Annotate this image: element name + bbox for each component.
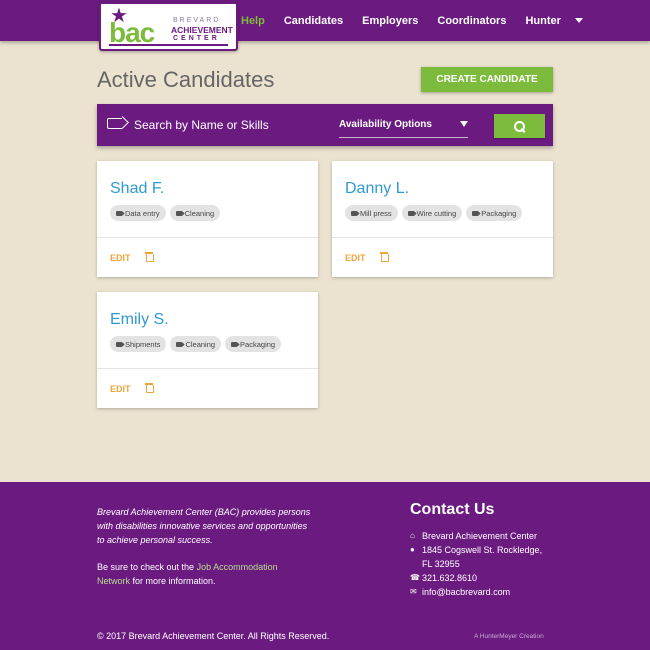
card-divider <box>97 237 318 238</box>
card-divider <box>97 368 318 369</box>
skill-label: Data entry <box>125 208 160 218</box>
skill-chip: Cleaning <box>169 205 221 221</box>
edit-button[interactable]: EDIT <box>110 253 131 263</box>
more-info-suffix: for more information. <box>130 576 216 586</box>
contact-info: ⌂ Brevard Achievement Center ● 1845 Cogswe… <box>410 529 542 599</box>
skill-label: Cleaning <box>184 208 215 218</box>
trash-icon[interactable] <box>145 383 154 393</box>
contact-address-1: 1845 Cogswell St. Rockledge, <box>422 545 543 555</box>
contact-phone[interactable]: 321.632.8610 <box>422 571 477 585</box>
skill-chip: Mill press <box>345 205 398 221</box>
more-info-prefix: Be sure to check out the <box>97 562 197 572</box>
nav-user-menu[interactable]: Hunter <box>525 15 560 27</box>
top-navbar: Help Candidates Employers Coordinators H… <box>0 0 650 41</box>
tag-icon <box>107 118 122 129</box>
candidate-name[interactable]: Emily S. <box>110 311 169 329</box>
skill-chip: Wire cutting <box>401 205 463 221</box>
skill-label: Cleaning <box>185 339 216 349</box>
contact-org: Brevard Achievement Center <box>422 531 538 541</box>
caret-down-icon <box>460 121 468 127</box>
skill-label: Wire cutting <box>416 208 457 218</box>
candidate-name[interactable]: Shad F. <box>110 180 164 198</box>
candidate-name[interactable]: Danny L. <box>345 180 409 198</box>
home-icon: ⌂ <box>410 531 415 540</box>
footer: Brevard Achievement Center (BAC) provide… <box>0 482 650 650</box>
candidate-card: Emily S. Shipments Cleaning Packaging ED… <box>97 292 318 408</box>
tag-icon <box>116 210 122 216</box>
tag-icon <box>407 210 414 216</box>
contact-address-2: FL 32955 <box>422 559 460 569</box>
logo-underline <box>109 44 228 46</box>
logo-line-2: ACHIEVEMENT <box>171 25 233 35</box>
search-bar: Availability Options <box>97 104 553 146</box>
trash-icon[interactable] <box>380 252 389 262</box>
bac-logo[interactable]: ★ bac BREVARD ACHIEVEMENT CENTER <box>99 2 238 51</box>
search-icon <box>514 120 525 132</box>
caret-down-icon[interactable] <box>574 18 583 23</box>
create-candidate-button[interactable]: CREATE CANDIDATE <box>421 67 553 92</box>
footer-about: Brevard Achievement Center (BAC) provide… <box>97 507 311 545</box>
card-divider <box>332 237 553 238</box>
nav-coordinators[interactable]: Coordinators <box>437 15 506 27</box>
candidate-card: Shad F. Data entry Cleaning EDIT <box>97 161 318 277</box>
nav-employers[interactable]: Employers <box>362 15 418 27</box>
footer-more-info: Be sure to check out the Job Accommodati… <box>97 560 312 588</box>
candidate-card: Danny L. Mill press Wire cutting Packagi… <box>332 161 553 277</box>
skill-label: Shipments <box>125 339 161 349</box>
skill-chip: Data entry <box>110 205 166 221</box>
search-button[interactable] <box>494 114 545 138</box>
skill-label: Mill press <box>360 208 392 218</box>
skill-list: Data entry Cleaning <box>110 205 224 221</box>
logo-line-3: CENTER <box>173 35 220 42</box>
edit-button[interactable]: EDIT <box>345 253 366 263</box>
tag-icon <box>116 341 122 347</box>
skill-list: Shipments Cleaning Packaging <box>110 336 285 352</box>
tag-icon <box>175 210 182 216</box>
skill-list: Mill press Wire cutting Packaging <box>345 205 526 221</box>
search-input[interactable] <box>134 116 314 134</box>
skill-chip: Packaging <box>466 205 523 221</box>
skill-label: Packaging <box>481 208 517 218</box>
page-title: Active Candidates <box>97 67 275 92</box>
envelope-icon: ✉ <box>410 587 417 596</box>
tag-icon <box>472 210 479 216</box>
availability-select-label: Availability Options <box>339 119 432 130</box>
tag-icon <box>231 341 238 347</box>
tag-icon <box>176 341 183 347</box>
phone-icon: ☎ <box>410 573 420 582</box>
contact-email[interactable]: info@bacbrevard.com <box>422 585 510 599</box>
contact-title: Contact Us <box>410 501 495 518</box>
nav-help[interactable]: Help <box>241 15 265 27</box>
nav-candidates[interactable]: Candidates <box>284 15 343 27</box>
skill-chip: Shipments <box>110 336 167 352</box>
logo-line-1: BREVARD <box>173 17 221 24</box>
skill-label: Packaging <box>240 339 276 349</box>
skill-chip: Cleaning <box>170 336 222 352</box>
availability-select[interactable]: Availability Options <box>339 114 468 138</box>
site-credit[interactable]: A HunterMeyer Creation <box>474 633 544 640</box>
edit-button[interactable]: EDIT <box>110 384 131 394</box>
trash-icon[interactable] <box>145 252 154 262</box>
map-marker-icon: ● <box>410 545 415 554</box>
skill-chip: Packaging <box>225 336 282 352</box>
tag-icon <box>351 210 357 216</box>
main-nav: Help Candidates Employers Coordinators H… <box>241 0 583 41</box>
copyright: © 2017 Brevard Achievement Center. All R… <box>97 631 330 641</box>
